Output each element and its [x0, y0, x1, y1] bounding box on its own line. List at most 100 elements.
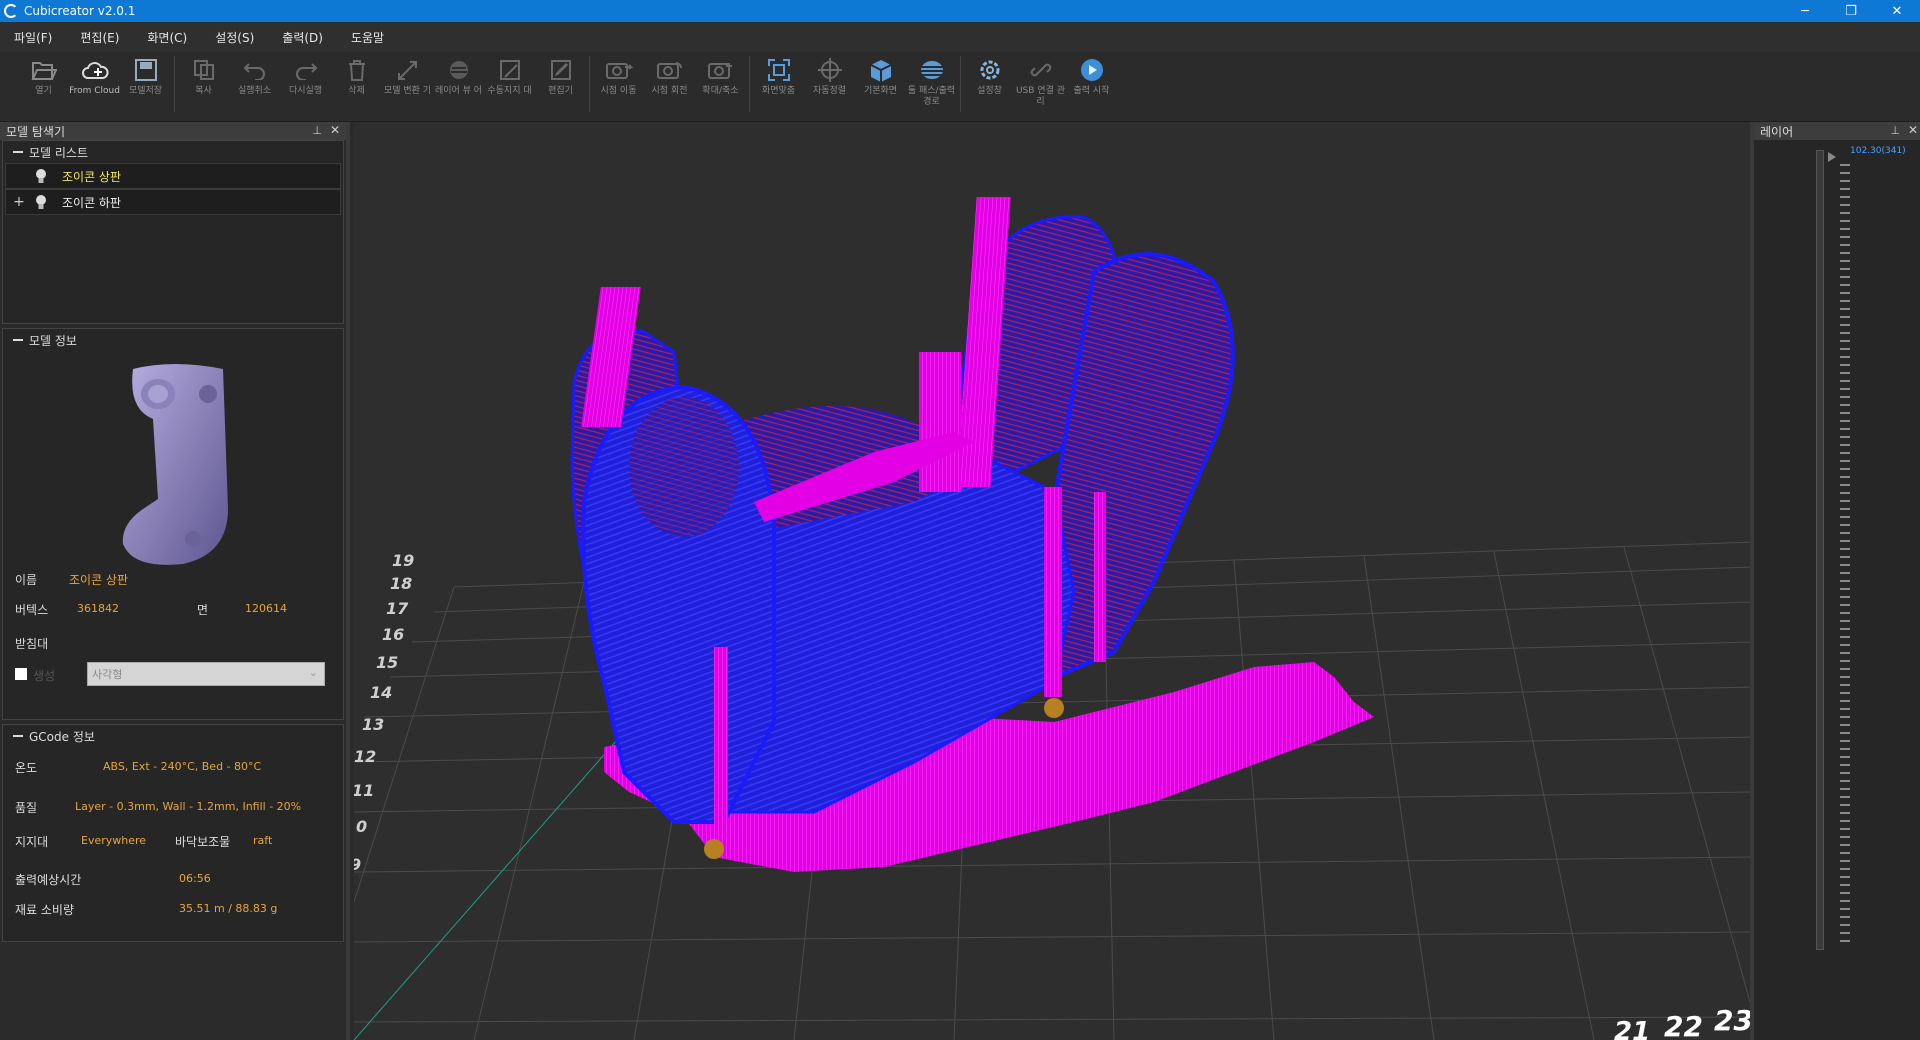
layer-tick — [1840, 868, 1850, 870]
visibility-bulb-icon[interactable] — [32, 193, 50, 211]
visibility-bulb-icon[interactable] — [32, 167, 50, 185]
temperature-label: 온도 — [15, 761, 38, 775]
usb-link-button[interactable]: USB 연결 관리 — [1015, 52, 1066, 118]
model-list-title[interactable]: 모델 리스트 — [3, 141, 343, 163]
pillar-base — [704, 839, 724, 859]
settings-button[interactable]: 설정창 — [964, 52, 1015, 118]
base-create-checkbox[interactable] — [15, 668, 27, 680]
panel-close-icon[interactable]: ✕ — [330, 123, 340, 137]
zoom-button[interactable]: 확대/축소 — [695, 52, 746, 118]
menu-help[interactable]: 도움말 — [337, 29, 398, 46]
layer-tick — [1840, 556, 1850, 558]
layer-ticks — [1840, 164, 1850, 944]
layer-tick — [1840, 188, 1850, 190]
base-shape-select[interactable]: 사각형 ⌄ — [87, 662, 325, 686]
3d-viewport[interactable]: 19 18 17 16 15 14 13 12 11 0 9 21 22 23 — [354, 122, 1750, 1040]
layer-slider-track[interactable] — [1816, 150, 1824, 950]
model-info-title[interactable]: 모델 정보 — [3, 329, 343, 351]
model-list-item[interactable]: 조이콘 상판 — [5, 163, 341, 189]
auto-align-button[interactable]: 자동정렬 — [804, 52, 855, 118]
layer-tick — [1840, 540, 1850, 542]
support-label: 지지대 — [15, 835, 49, 849]
close-button[interactable]: ✕ — [1874, 0, 1920, 22]
layer-tick — [1840, 452, 1850, 454]
cloud-plus-icon — [81, 56, 109, 84]
layer-tick — [1840, 796, 1850, 798]
undo-button[interactable]: 실행취소 — [229, 52, 280, 118]
camera-move-icon — [605, 56, 633, 84]
base-label: 받침대 — [15, 637, 49, 651]
layer-tick — [1840, 884, 1850, 886]
open-button[interactable]: 열기 — [18, 52, 69, 118]
auto-align-icon — [816, 56, 844, 84]
layer-tick — [1840, 572, 1850, 574]
layer-slider-handle[interactable] — [1828, 152, 1836, 162]
layer-tick — [1840, 724, 1850, 726]
panel-close-icon[interactable]: ✕ — [1908, 123, 1918, 137]
transform-icon — [394, 56, 422, 84]
layer-tick — [1840, 508, 1850, 510]
from-cloud-button[interactable]: From Cloud — [69, 52, 120, 118]
save-model-button[interactable]: 모델저장 — [120, 52, 171, 118]
menu-bar: 파일(F) 편집(E) 화면(C) 설정(S) 출력(D) 도움말 — [0, 22, 1920, 52]
layer-tick — [1840, 388, 1850, 390]
trash-icon — [343, 56, 371, 84]
minimize-button[interactable]: ─ — [1782, 0, 1828, 22]
print-start-button[interactable]: 출력 시작 — [1066, 52, 1117, 118]
settings-icon — [976, 56, 1004, 84]
menu-file[interactable]: 파일(F) — [0, 29, 66, 46]
model-transform-button[interactable]: 모델 변환 기 — [382, 52, 433, 118]
layer-tick — [1840, 844, 1850, 846]
copy-button[interactable]: 복사 — [178, 52, 229, 118]
layer-tick — [1840, 532, 1850, 534]
layer-tick — [1840, 756, 1850, 758]
pin-icon[interactable]: ⊥ — [1890, 124, 1900, 137]
layer-tick — [1840, 620, 1850, 622]
name-value: 조이콘 상판 — [69, 573, 129, 587]
toolbar-separator — [960, 56, 961, 112]
restore-button[interactable]: ❐ — [1828, 0, 1874, 22]
layer-tick — [1840, 284, 1850, 286]
view-rotate-button[interactable]: 시점 회전 — [644, 52, 695, 118]
layer-icon — [445, 56, 473, 84]
layer-tick — [1840, 220, 1850, 222]
toolpath-button[interactable]: 툴 패스/출력경로 — [906, 52, 957, 118]
layer-tick — [1840, 788, 1850, 790]
toolbar-separator — [749, 56, 750, 112]
delete-button[interactable]: 삭제 — [331, 52, 382, 118]
editor-button[interactable]: 편집기 — [535, 52, 586, 118]
menu-view[interactable]: 화면(C) — [133, 29, 201, 46]
layer-panel: 레이어 ⊥ ✕ 102.30(341) — [1750, 122, 1920, 1040]
menu-settings[interactable]: 설정(S) — [201, 29, 268, 46]
expand-icon[interactable]: + — [6, 194, 32, 210]
layer-tick — [1840, 932, 1850, 934]
layer-tick — [1840, 492, 1850, 494]
name-label: 이름 — [15, 573, 38, 587]
collapse-icon — [13, 339, 23, 341]
default-view-button[interactable]: 기본화면 — [855, 52, 906, 118]
layer-viewer-button[interactable]: 레이어 뷰 어 — [433, 52, 484, 118]
menu-edit[interactable]: 편집(E) — [66, 29, 133, 46]
pin-icon[interactable]: ⊥ — [312, 124, 322, 137]
view-move-button[interactable]: 시점 이동 — [593, 52, 644, 118]
layer-tick — [1840, 172, 1850, 174]
toolbar-separator — [174, 56, 175, 112]
model-list-section: 모델 리스트 조이콘 상판 + 조이콘 하판 — [2, 140, 344, 324]
layer-tick — [1840, 900, 1850, 902]
layer-tick — [1840, 732, 1850, 734]
default-view-icon — [867, 56, 895, 84]
menu-print[interactable]: 출력(D) — [268, 29, 337, 46]
fit-screen-button[interactable]: 화면맞춤 — [753, 52, 804, 118]
redo-button[interactable]: 다시실행 — [280, 52, 331, 118]
model-list-item[interactable]: + 조이콘 하판 — [5, 189, 341, 215]
quality-value: Layer - 0.3mm, Wall - 1.2mm, Infill - 20… — [75, 800, 302, 813]
gcode-info-title[interactable]: GCode 정보 — [3, 725, 343, 747]
layer-tick — [1840, 564, 1850, 566]
layer-tick — [1840, 924, 1850, 926]
print-time-value: 06:56 — [179, 872, 211, 885]
print-start-icon — [1078, 56, 1106, 84]
title-bar: Cubicreator v2.0.1 ─ ❐ ✕ — [0, 0, 1920, 22]
layer-tick — [1840, 292, 1850, 294]
manual-support-button[interactable]: 수동지지 대 — [484, 52, 535, 118]
layer-tick — [1840, 668, 1850, 670]
